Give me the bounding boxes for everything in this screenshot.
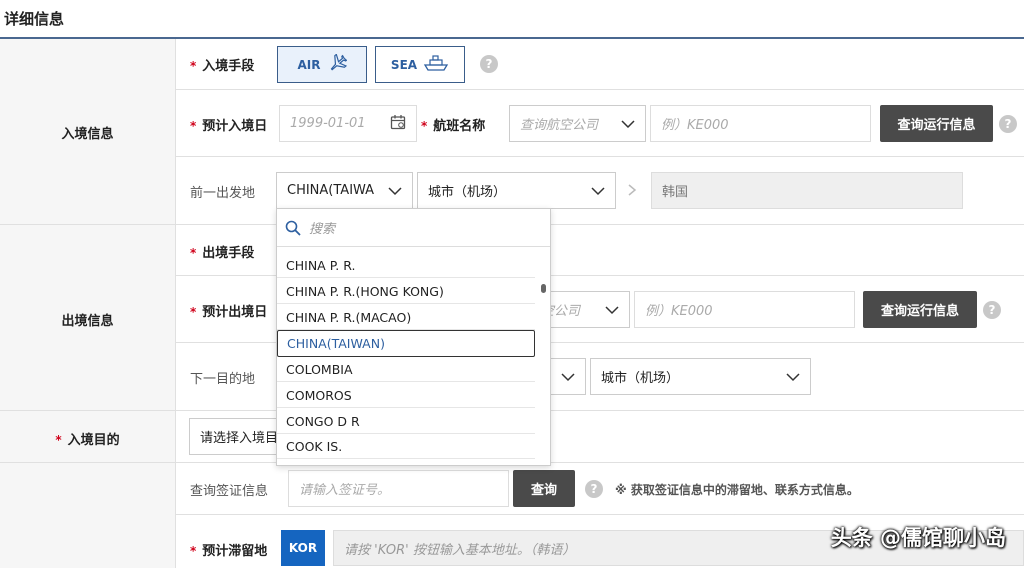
exit-section-label: 出境信息 [61,314,114,329]
destination-country-field: 韩国 [651,172,963,209]
help-icon[interactable]: ? [585,480,603,498]
entry-date-label: * 预计入境日 [190,115,267,134]
page-title: 详细信息 [4,10,65,28]
dropdown-option[interactable]: COLOMBIA [277,357,535,382]
required-mark: * [421,119,428,133]
watermark-text: 头条 @儒馆聊小岛 [830,526,1006,550]
entry-airline-select[interactable]: 查询航空公司 [509,105,646,142]
dropdown-scrollbar[interactable] [541,284,546,293]
exit-date-label: * 预计出境日 [190,301,267,320]
help-icon[interactable]: ? [480,55,498,73]
flight-placeholder: 例）KE000 [661,118,729,133]
exit-flight-input[interactable]: 例）KE000 [634,291,855,328]
chevron-down-icon [591,186,605,195]
departure-city-placeholder: 城市（机场） [428,185,507,200]
visa-number-input[interactable]: 请输入签证号。 [288,470,509,507]
country-dropdown[interactable]: 搜索 CHINA P. R. CHINA P. R.(HONG KONG) CH… [276,208,551,466]
dropdown-option[interactable]: COMOROS [277,383,535,408]
entry-means-label: * 入境手段 [190,55,254,74]
column-divider [175,39,176,568]
sea-button[interactable]: SEA [375,46,465,83]
departure-country-value: CHINA(TAIWA [287,183,375,198]
visa-note: ※ 获取签证信息中的滞留地、联系方式信息。 [615,483,859,497]
required-mark: * [190,246,197,260]
chevron-down-icon [388,186,402,195]
required-mark: * [190,305,197,319]
visa-section-bg [0,463,175,568]
row-divider [175,514,1024,515]
exit-flight-placeholder: 例）KE000 [645,304,713,319]
required-mark: * [190,119,197,133]
entry-date-input[interactable]: 1999-01-01 [279,105,417,142]
air-button[interactable]: AIR [277,46,367,83]
flight-name-label: * 航班名称 [421,115,485,134]
air-label: AIR [297,57,321,72]
departure-city-select[interactable]: 城市（机场） [417,172,616,209]
chevron-down-icon [621,119,635,128]
stay-label: * 预计滞留地 [190,540,267,559]
kor-button[interactable]: KOR [281,530,325,566]
exit-means-text: 出境手段 [202,246,255,261]
required-mark: * [190,59,197,73]
row-divider [175,89,1024,90]
row-divider [175,156,1024,157]
arrow-right-icon [626,183,640,201]
next-city-placeholder: 城市（机场） [601,371,680,386]
flight-name-text: 航班名称 [433,119,486,134]
exit-date-text: 预计出境日 [202,305,268,320]
visa-query-button[interactable]: 查询 [513,470,575,507]
ship-icon [423,54,449,75]
visa-label: 查询签证信息 [190,484,269,499]
chevron-down-icon [561,372,575,381]
next-destination-label: 下一目的地 [190,372,256,387]
visa-placeholder: 请输入签证号。 [299,483,391,498]
entry-flight-input[interactable]: 例）KE000 [650,105,871,142]
dropdown-option[interactable]: CHINA P. R. [277,253,535,278]
dropdown-option[interactable]: CONGO D R [277,409,535,434]
next-city-select[interactable]: 城市（机场） [590,358,811,395]
purpose-select[interactable]: 请选择入境目 [189,418,289,455]
help-icon[interactable]: ? [983,301,1001,319]
calendar-icon[interactable] [390,114,406,134]
dropdown-search-placeholder: 搜索 [309,222,336,237]
dropdown-option-selected[interactable]: CHINA(TAIWAN) [277,330,535,357]
help-icon[interactable]: ? [999,115,1017,133]
stay-text: 预计滞留地 [202,544,268,559]
entry-date-text: 预计入境日 [202,119,268,134]
dropdown-search-input[interactable]: 搜索 [277,209,550,247]
entry-section-label: 入境信息 [61,127,114,142]
dropdown-option[interactable]: CHINA P. R.(MACAO) [277,305,535,330]
chevron-down-icon [786,372,800,381]
chevron-down-icon [605,305,619,314]
departure-label: 前一出发地 [190,186,256,201]
exit-query-button[interactable]: 查询运行信息 [863,291,977,328]
search-icon [285,220,301,236]
required-mark: * [55,433,62,447]
entry-query-button[interactable]: 查询运行信息 [880,105,993,142]
exit-means-label: * 出境手段 [190,242,254,261]
dropdown-option[interactable]: COOK IS. [277,434,535,459]
airplane-icon [327,53,347,75]
departure-country-select[interactable]: CHINA(TAIWA [276,172,413,209]
entry-date-placeholder: 1999-01-01 [290,116,366,131]
airline-placeholder: 查询航空公司 [520,118,599,133]
purpose-placeholder: 请选择入境目 [200,431,279,446]
sea-label: SEA [390,57,418,72]
purpose-label: 入境目的 [67,433,120,448]
entry-means-text: 入境手段 [202,59,255,74]
purpose-section-label: * 入境目的 [0,429,175,448]
dropdown-option[interactable]: CHINA P. R.(HONG KONG) [277,279,535,304]
required-mark: * [190,544,197,558]
stay-address-placeholder: 请按 'KOR' 按钮输入基本地址。（韩语） [344,542,576,558]
